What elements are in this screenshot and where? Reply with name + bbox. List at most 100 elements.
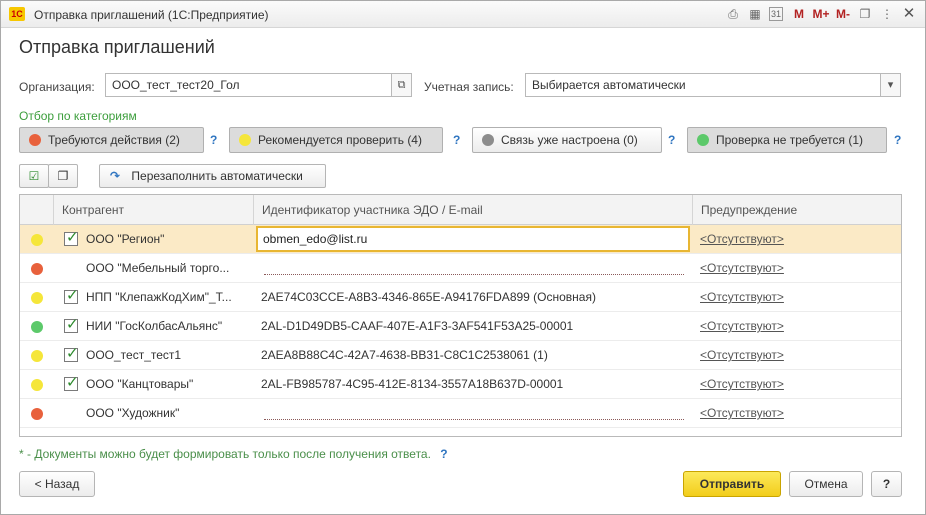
calendar-icon[interactable]: 31 — [769, 7, 783, 21]
table-row[interactable]: ✓ НПП "КлепажКодХим"_Т... 2AE74C03CCE-A8… — [20, 283, 901, 312]
more-menu-icon[interactable]: ⋮ — [877, 4, 897, 24]
warning-column-header[interactable]: Предупреждение — [692, 195, 901, 225]
green-status-icon — [697, 134, 709, 146]
green-status-icon — [31, 321, 43, 333]
refill-label: Перезаполнить автоматически — [131, 169, 303, 183]
yellow-status-icon — [31, 379, 43, 391]
gray-status-icon — [482, 134, 494, 146]
refill-automatically-button[interactable]: ↷ Перезаполнить автоматически — [99, 164, 326, 188]
row-checkbox[interactable]: ✓ — [64, 229, 79, 246]
warning-link[interactable]: <Отсутствуют> — [700, 399, 784, 428]
table-row[interactable]: ✓ ООО "Канцтовары" 2AL-FB985787-4C95-412… — [20, 370, 901, 399]
table-row[interactable]: ✓ НИИ "ГосКолбасАльянс" 2AL-D1D49DB5-CAA… — [20, 312, 901, 341]
print-icon[interactable]: ⎙ — [723, 4, 743, 24]
table-row[interactable]: ✓ ООО_тест_тест1 2AEA8B88C4C-42A7-4638-B… — [20, 341, 901, 370]
memory-plus-button[interactable]: M+ — [811, 4, 831, 24]
filter-already-connected-button[interactable]: Связь уже настроена (0) — [472, 127, 662, 153]
counterparty-cell: ООО "Регион" — [86, 232, 165, 246]
filter-label: Проверка не требуется (1) — [716, 133, 864, 147]
yellow-status-icon — [31, 234, 43, 246]
title-bar: 1С Отправка приглашений (1С:Предприятие)… — [1, 1, 925, 28]
status-column-header — [20, 195, 53, 225]
warning-link[interactable]: <Отсутствуют> — [700, 225, 784, 254]
check-all-button[interactable]: ☑ — [19, 164, 49, 188]
chevron-down-icon: ▾ — [887, 79, 894, 91]
counterparty-cell: ООО "Канцтовары" — [86, 377, 194, 391]
row-checkbox[interactable]: ✓ — [64, 287, 79, 304]
counterparty-column-header[interactable]: Контрагент — [53, 195, 253, 225]
invitations-table[interactable]: Контрагент Идентификатор участника ЭДО /… — [19, 194, 902, 437]
account-field[interactable]: Выбирается автоматически — [525, 73, 881, 97]
organization-field[interactable]: ООО_тест_тест20_Гол — [105, 73, 392, 97]
help-icon[interactable]: ? — [894, 133, 901, 147]
warning-link[interactable]: <Отсутствуют> — [700, 370, 784, 399]
checkmark-icon: ✓ — [66, 345, 79, 362]
table-row[interactable]: ООО "Художник" <Отсутствуют> — [20, 399, 901, 428]
table-header: Контрагент Идентификатор участника ЭДО /… — [20, 195, 901, 225]
uncheck-all-icon: ❐ — [57, 169, 69, 183]
checkmark-icon: ✓ — [66, 316, 79, 333]
filter-label: Требуются действия (2) — [48, 133, 180, 147]
checkmark-icon: ✓ — [66, 229, 79, 246]
counterparty-cell: ООО "Мебельный торго... — [86, 261, 230, 275]
page-title: Отправка приглашений — [19, 37, 215, 57]
back-button[interactable]: < Назад — [19, 471, 95, 497]
warning-link[interactable]: <Отсутствуют> — [700, 283, 784, 312]
yellow-status-icon — [31, 292, 43, 304]
table-row[interactable]: ООО "Мебельный торго... <Отсутствуют> — [20, 254, 901, 283]
counterparty-cell: НИИ "ГосКолбасАльянс" — [86, 319, 223, 333]
filter-no-check-needed-button[interactable]: Проверка не требуется (1) — [687, 127, 887, 153]
identifier-edit-field[interactable]: obmen_edo@list.ru — [256, 226, 690, 252]
footnote: * - Документы можно будет формировать то… — [19, 447, 448, 461]
cancel-button[interactable]: Отмена — [789, 471, 863, 497]
warning-link[interactable]: <Отсутствуют> — [700, 341, 784, 370]
identifier-empty-field[interactable] — [264, 419, 684, 420]
checkmark-icon: ✓ — [66, 374, 79, 391]
warning-link[interactable]: <Отсутствуют> — [700, 254, 784, 283]
filter-caption: Отбор по категориям — [19, 109, 137, 123]
row-checkbox[interactable]: ✓ — [64, 374, 79, 391]
row-checkbox[interactable]: ✓ — [64, 316, 79, 333]
identifier-column-header[interactable]: Идентификатор участника ЭДО / E-mail — [253, 195, 692, 225]
memory-minus-button[interactable]: M- — [833, 4, 853, 24]
help-button[interactable]: ? — [871, 471, 902, 497]
checkmark-icon: ✓ — [66, 287, 79, 304]
counterparty-cell: НПП "КлепажКодХим"_Т... — [86, 290, 232, 304]
table-row[interactable]: ✓ ООО "Регион" obmen_edo@list.ru <Отсутс… — [20, 225, 901, 254]
close-icon[interactable]: ✕ — [899, 4, 919, 24]
identifier-cell: 2AL-D1D49DB5-CAAF-407E-A1F3-3AF541F53A25… — [261, 319, 574, 333]
yellow-status-icon — [239, 134, 251, 146]
footnote-text: * - Документы можно будет формировать то… — [19, 447, 431, 461]
account-label: Учетная запись: — [424, 80, 514, 94]
identifier-empty-field[interactable] — [264, 274, 684, 275]
organization-label: Организация: — [19, 80, 95, 94]
filter-recommended-check-button[interactable]: Рекомендуется проверить (4) — [229, 127, 443, 153]
help-icon[interactable]: ? — [440, 447, 447, 461]
help-icon[interactable]: ? — [453, 133, 460, 147]
restore-icon[interactable]: ❐ — [855, 4, 875, 24]
red-status-icon — [31, 408, 43, 420]
app-logo-icon: 1С — [9, 7, 25, 21]
uncheck-all-button[interactable]: ❐ — [48, 164, 78, 188]
help-icon[interactable]: ? — [668, 133, 675, 147]
red-status-icon — [31, 263, 43, 275]
title-bar-tools: ⎙ ▦ 31 M M+ M- ❐ ⋮ ✕ — [721, 4, 919, 24]
identifier-cell: 2AEA8B88C4C-42A7-4638-BB31-C8C1C2538061 … — [261, 348, 548, 362]
filter-label: Связь уже настроена (0) — [501, 133, 638, 147]
filter-action-required-button[interactable]: Требуются действия (2) — [19, 127, 204, 153]
refresh-arrow-icon: ↷ — [110, 169, 121, 183]
filter-label: Рекомендуется проверить (4) — [258, 133, 422, 147]
identifier-cell: 2AL-FB985787-4C95-412E-8134-3557A18B637D… — [261, 377, 564, 391]
counterparty-cell: ООО_тест_тест1 — [86, 348, 182, 362]
warning-link[interactable]: <Отсутствуют> — [700, 312, 784, 341]
identifier-cell: 2AE74C03CCE-A8B3-4346-865E-A94176FDA899 … — [261, 290, 596, 304]
send-button[interactable]: Отправить — [683, 471, 781, 497]
memory-m-button[interactable]: M — [789, 4, 809, 24]
row-checkbox[interactable]: ✓ — [64, 345, 79, 362]
help-icon[interactable]: ? — [210, 133, 217, 147]
window: 1С Отправка приглашений (1С:Предприятие)… — [0, 0, 926, 515]
calculator-icon[interactable]: ▦ — [745, 4, 765, 24]
open-organization-button[interactable]: ⧉ — [392, 73, 412, 97]
account-dropdown-button[interactable]: ▾ — [881, 73, 901, 97]
window-title: Отправка приглашений (1С:Предприятие) — [34, 8, 269, 22]
